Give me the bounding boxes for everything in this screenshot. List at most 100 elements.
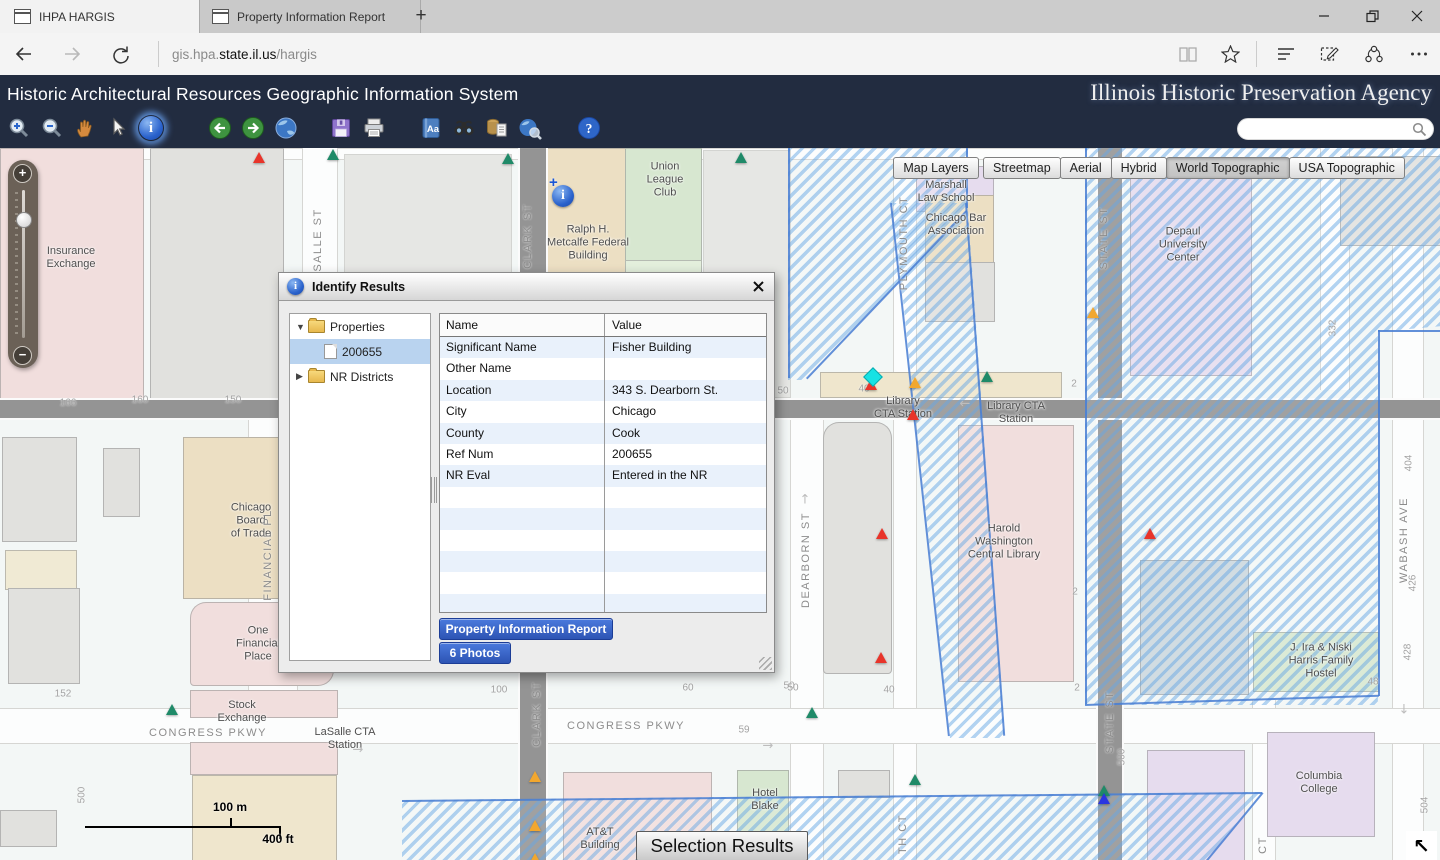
select-arrow-icon[interactable] [105, 115, 131, 141]
selection-results-panel[interactable]: Selection Results [636, 831, 808, 860]
search-input[interactable] [1237, 118, 1434, 140]
property-information-report-button[interactable]: Property Information Report [439, 618, 613, 640]
basemap-button-streetmap[interactable]: Streetmap [983, 157, 1061, 179]
marker-green-triangle[interactable] [909, 774, 921, 785]
address-number: 332 [1328, 320, 1339, 337]
zoom-slider[interactable]: + − [8, 160, 38, 368]
hub-icon[interactable] [1270, 33, 1302, 75]
road-direction-arrow: → [763, 739, 774, 754]
street-label: FINANCIAL PL [262, 509, 274, 601]
marker-green-triangle[interactable] [166, 704, 178, 715]
dialog-title: Identify Results [312, 280, 405, 294]
marker-red-triangle[interactable] [875, 652, 887, 663]
marker-orange-triangle[interactable] [529, 771, 541, 782]
help-icon[interactable]: ? [576, 115, 602, 141]
marker-red-triangle[interactable] [876, 528, 888, 539]
marker-orange-triangle[interactable] [1087, 307, 1099, 318]
street-label: CT [1257, 836, 1269, 854]
tab-ihpa-hargis[interactable]: IHPA HARGIS × [0, 0, 220, 33]
marker-blue-triangle[interactable] [1098, 793, 1110, 804]
marker-red-triangle[interactable] [907, 409, 919, 420]
save-icon[interactable] [328, 115, 354, 141]
basemap-button-usa-topographic[interactable]: USA Topographic [1289, 157, 1405, 179]
marker-green-triangle[interactable] [981, 371, 993, 382]
address-number: 160 [132, 395, 149, 406]
address-bar[interactable]: gis.hpa.state.il.us/hargis [172, 33, 317, 75]
divider [1256, 41, 1257, 67]
basemap-button-world-topographic[interactable]: World Topographic [1166, 157, 1290, 179]
tab-property-information-report[interactable]: Property Information Report [199, 0, 421, 33]
restore-button[interactable] [1349, 0, 1395, 32]
panel-splitter-handle[interactable] [431, 477, 437, 503]
previous-extent-icon[interactable] [207, 115, 233, 141]
address-number: 504 [1420, 797, 1431, 814]
address-number: 2 [1071, 379, 1077, 390]
marker-orange-triangle[interactable] [529, 853, 541, 860]
divider [158, 41, 159, 67]
results-tree[interactable]: ▼ Properties 200655 ▶ NR Districts [289, 313, 431, 661]
collapse-arrow-icon[interactable]: ▶ [296, 371, 306, 382]
zoom-out-icon[interactable] [39, 115, 65, 141]
table-row [440, 487, 766, 508]
search-icon [1412, 122, 1427, 137]
marker-green-triangle[interactable] [502, 153, 514, 164]
district-border [788, 148, 790, 378]
street-label: CONGRESS PKWY [567, 720, 685, 732]
print-icon[interactable] [361, 115, 387, 141]
refresh-icon[interactable] [104, 33, 136, 75]
district-border [1378, 330, 1440, 332]
zoom-knob[interactable] [16, 212, 32, 228]
dialog-close-icon[interactable] [750, 279, 766, 295]
attributes-table: Name Value Significant NameFisher Buildi… [439, 313, 767, 613]
tree-node-selected-property[interactable]: 200655 [290, 339, 430, 364]
zoom-in-button[interactable]: + [13, 164, 32, 183]
tree-node-properties[interactable]: ▼ Properties [290, 314, 430, 339]
basemap-button-aerial[interactable]: Aerial [1060, 157, 1112, 179]
expand-arrow-icon[interactable]: ▼ [296, 322, 306, 332]
zoom-out-button[interactable]: − [13, 346, 32, 365]
nr-district-area[interactable] [1085, 148, 1440, 705]
favorites-star-icon[interactable] [1214, 33, 1246, 75]
tree-node-nr-districts[interactable]: ▶ NR Districts [290, 364, 430, 389]
photos-button[interactable]: 6 Photos [439, 642, 511, 664]
search-globe-icon[interactable] [517, 115, 543, 141]
marker-green-triangle[interactable] [806, 707, 818, 718]
query-report-icon[interactable] [484, 115, 510, 141]
page-favicon [14, 9, 31, 24]
forward-icon[interactable] [56, 33, 88, 75]
back-icon[interactable] [8, 33, 40, 75]
dialog-title-bar[interactable]: i Identify Results [279, 273, 774, 301]
zoom-in-icon[interactable] [6, 115, 32, 141]
web-note-icon[interactable] [1314, 33, 1346, 75]
find-binoculars-icon[interactable] [451, 115, 477, 141]
new-tab-button[interactable]: + [404, 0, 438, 33]
address-number: 40 [883, 685, 894, 696]
marker-red-triangle[interactable] [253, 152, 265, 163]
identify-tool-icon[interactable]: i [138, 115, 164, 141]
scale-metric-label: 100 m [213, 800, 247, 814]
marker-orange-triangle[interactable] [909, 377, 921, 388]
close-button[interactable] [1394, 0, 1440, 32]
reading-view-icon[interactable] [1172, 33, 1204, 75]
identify-results-dialog[interactable]: i Identify Results ▼ Properties 200655 ▶… [278, 272, 775, 673]
building [5, 550, 77, 590]
legend-book-icon[interactable]: Aa [418, 115, 444, 141]
full-extent-globe-icon[interactable] [273, 115, 299, 141]
tab-title: Property Information Report [237, 10, 412, 24]
marker-green-triangle[interactable] [735, 152, 747, 163]
map-layers-button[interactable]: Map Layers [893, 157, 979, 179]
address-number: 500 [77, 787, 88, 804]
minimize-button[interactable] [1301, 0, 1347, 32]
building [2, 437, 77, 542]
dialog-resize-grip[interactable] [759, 657, 772, 670]
address-number: 500 [1117, 749, 1128, 766]
basemap-button-hybrid[interactable]: Hybrid [1111, 157, 1167, 179]
marker-red-triangle[interactable] [1144, 528, 1156, 539]
share-icon[interactable] [1358, 33, 1390, 75]
svg-text:Aa: Aa [427, 124, 440, 135]
marker-orange-triangle[interactable] [529, 820, 541, 831]
more-options-icon[interactable] [1403, 33, 1435, 75]
marker-green-triangle[interactable] [327, 149, 339, 160]
next-extent-icon[interactable] [240, 115, 266, 141]
pan-hand-icon[interactable] [72, 115, 98, 141]
